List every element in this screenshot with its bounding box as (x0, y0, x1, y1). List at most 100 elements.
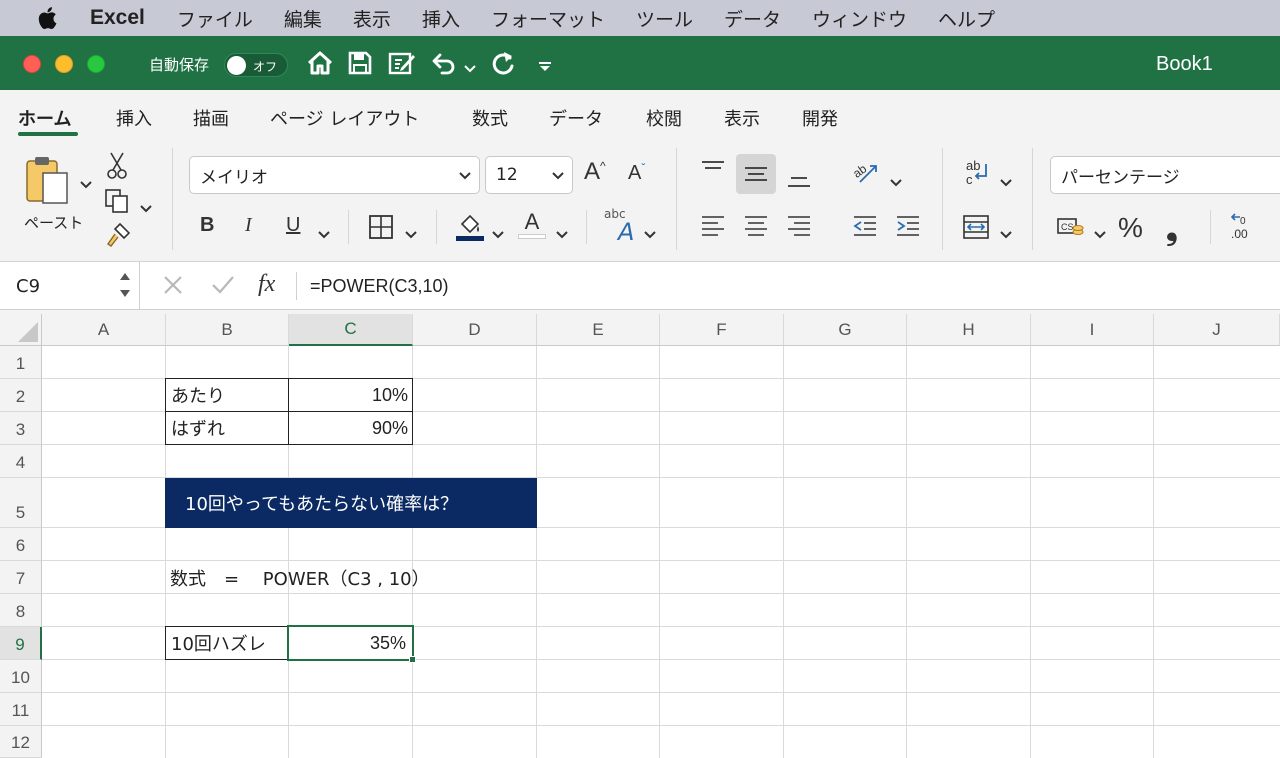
tab-draw[interactable]: 描画 (193, 105, 229, 131)
column-header-f[interactable]: F (660, 314, 784, 346)
font-name-dropdown[interactable]: メイリオ (189, 156, 480, 194)
app-menu-excel[interactable]: Excel (90, 6, 145, 30)
menu-format[interactable]: フォーマット (491, 5, 605, 32)
align-center-icon[interactable] (743, 214, 769, 238)
increase-decimal-icon[interactable]: 0.00 (1228, 212, 1268, 242)
customize-toolbar-icon[interactable] (538, 58, 552, 77)
menu-tools[interactable]: ツール (636, 5, 693, 32)
copy-dropdown-chevron-icon[interactable] (140, 198, 152, 217)
align-bottom-icon[interactable] (786, 168, 812, 192)
minimize-window-button[interactable] (55, 55, 73, 73)
confirm-entry-icon[interactable] (210, 272, 236, 302)
autosave-toggle[interactable]: オフ (224, 53, 288, 77)
undo-dropdown-chevron-icon[interactable] (464, 58, 476, 77)
merge-dropdown-chevron-icon[interactable] (1000, 224, 1012, 243)
column-header-b[interactable]: B (166, 314, 289, 346)
cell-c3[interactable]: 90% (288, 411, 413, 445)
phonetic-dropdown-chevron-icon[interactable] (644, 224, 656, 243)
row-header-9[interactable]: 9 (0, 627, 42, 660)
tab-formulas[interactable]: 数式 (472, 105, 508, 131)
increase-indent-icon[interactable] (895, 214, 921, 238)
zoom-window-button[interactable] (87, 55, 105, 73)
cell-b5-banner[interactable]: 10回やってもあたらない確率は？ (165, 478, 537, 528)
merge-center-icon[interactable] (962, 214, 990, 240)
decrease-indent-icon[interactable] (852, 214, 878, 238)
tab-view[interactable]: 表示 (724, 105, 760, 131)
wrap-text-icon[interactable]: ab c (962, 158, 992, 188)
tab-home[interactable]: ホーム (18, 105, 71, 131)
row-header-11[interactable]: 11 (0, 693, 42, 726)
tab-data[interactable]: データ (549, 105, 603, 131)
number-format-dropdown[interactable]: パーセンテージ (1050, 156, 1280, 194)
home-icon[interactable] (306, 50, 334, 80)
italic-button[interactable]: I (245, 214, 252, 237)
menu-insert[interactable]: 挿入 (422, 5, 460, 32)
worksheet-grid[interactable]: A B C D E F G H I J 1 2 3 4 5 6 7 8 9 10… (0, 314, 1280, 758)
insert-function-button[interactable]: fx (258, 271, 275, 298)
align-left-icon[interactable] (700, 214, 726, 238)
column-header-h[interactable]: H (907, 314, 1031, 346)
increase-font-size-icon[interactable]: A ^ (584, 158, 606, 186)
row-header-4[interactable]: 4 (0, 445, 42, 478)
wrap-dropdown-chevron-icon[interactable] (1000, 172, 1012, 191)
font-color-icon[interactable]: A (518, 210, 546, 239)
fill-handle[interactable] (409, 656, 416, 663)
name-box-stepper-icon[interactable] (118, 268, 132, 307)
menu-file[interactable]: ファイル (177, 5, 253, 32)
borders-icon[interactable] (368, 214, 394, 240)
align-right-icon[interactable] (786, 214, 812, 238)
tab-review[interactable]: 校閲 (646, 105, 682, 131)
orientation-dropdown-chevron-icon[interactable] (890, 172, 902, 191)
underline-dropdown-chevron-icon[interactable] (318, 224, 330, 243)
column-header-g[interactable]: G (784, 314, 907, 346)
format-painter-icon[interactable] (104, 222, 132, 248)
name-box[interactable]: C9 (0, 262, 140, 310)
align-middle-icon[interactable] (743, 162, 769, 186)
cell-c2[interactable]: 10% (288, 378, 413, 412)
menu-view[interactable]: 表示 (353, 5, 391, 32)
phonetic-guide-icon[interactable]: abc A (604, 208, 634, 244)
copy-icon[interactable] (104, 188, 132, 214)
menu-data[interactable]: データ (724, 5, 781, 32)
close-window-button[interactable] (23, 55, 41, 73)
redo-icon[interactable] (490, 50, 518, 82)
font-size-dropdown[interactable]: 12 (485, 156, 573, 194)
row-header-12[interactable]: 12 (0, 726, 42, 758)
cancel-entry-icon[interactable] (162, 272, 184, 302)
underline-button[interactable]: U (286, 214, 300, 237)
cell-b2[interactable]: あたり (165, 378, 289, 412)
cell-b7[interactable]: 数式 = POWER（C3 , 10） (170, 561, 430, 594)
column-header-j[interactable]: J (1154, 314, 1280, 346)
font-color-dropdown-chevron-icon[interactable] (556, 224, 568, 243)
bold-button[interactable]: B (200, 214, 214, 237)
percent-style-button[interactable]: % (1118, 212, 1143, 244)
accounting-format-icon[interactable]: CS (1056, 214, 1086, 240)
decrease-font-size-icon[interactable]: Aˇ (628, 161, 645, 185)
row-header-1[interactable]: 1 (0, 346, 42, 379)
fill-color-icon[interactable] (454, 210, 486, 242)
menu-help[interactable]: ヘルプ (938, 5, 995, 32)
edit-document-icon[interactable] (387, 50, 417, 80)
row-header-10[interactable]: 10 (0, 660, 42, 693)
row-header-7[interactable]: 7 (0, 561, 42, 594)
cell-b9[interactable]: 10回ハズレ (165, 626, 289, 660)
align-top-icon[interactable] (700, 158, 726, 182)
select-all-corner[interactable] (0, 314, 42, 346)
tab-insert[interactable]: 挿入 (116, 105, 152, 131)
column-header-c[interactable]: C (289, 314, 413, 346)
tab-page-layout[interactable]: ページ レイアウト (270, 105, 419, 131)
cut-scissors-icon[interactable] (106, 150, 128, 180)
column-header-i[interactable]: I (1031, 314, 1154, 346)
paste-icon[interactable] (24, 154, 76, 208)
formula-input[interactable]: =POWER(C3,10) (310, 276, 449, 297)
text-orientation-icon[interactable]: ab (852, 160, 882, 186)
row-header-2[interactable]: 2 (0, 379, 42, 412)
paste-label[interactable]: ペースト (24, 212, 83, 233)
undo-icon[interactable] (430, 50, 458, 80)
row-header-5[interactable]: 5 (0, 478, 42, 528)
menu-edit[interactable]: 編集 (284, 5, 322, 32)
row-header-3[interactable]: 3 (0, 412, 42, 445)
tab-developer[interactable]: 開発 (802, 105, 838, 131)
paste-dropdown-chevron-icon[interactable] (80, 174, 92, 193)
column-header-e[interactable]: E (537, 314, 660, 346)
